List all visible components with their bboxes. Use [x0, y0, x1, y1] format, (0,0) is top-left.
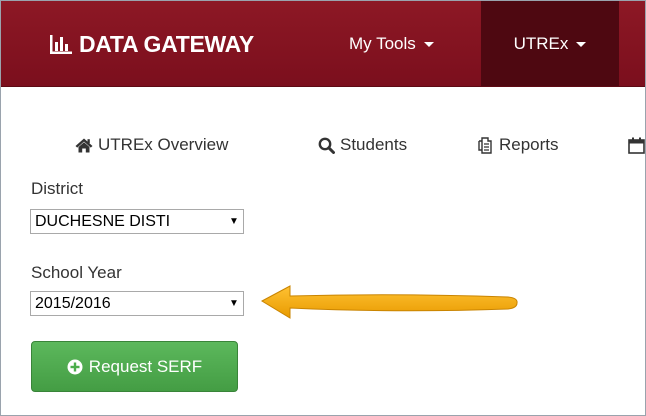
app-frame: DATA GATEWAY My Tools UTREx UTREx Overvi…: [0, 0, 646, 416]
search-icon: [318, 137, 335, 154]
district-label: District: [31, 179, 83, 198]
bar-chart-icon: [50, 35, 72, 54]
tab-students[interactable]: Students: [318, 131, 407, 159]
brand-logo[interactable]: DATA GATEWAY: [49, 28, 254, 60]
nav-my-tools-label: My Tools: [349, 33, 416, 53]
nav-utrex[interactable]: UTREx: [481, 1, 619, 86]
plus-circle-icon: [67, 359, 83, 374]
dropdown-arrow-icon: ▼: [229, 216, 239, 227]
nav-my-tools[interactable]: My Tools: [349, 1, 434, 86]
nav-utrex-label: UTREx: [513, 33, 569, 53]
district-select[interactable]: DUCHESNE DISTI ▼: [30, 209, 244, 234]
school-year-select[interactable]: 2015/2016 ▼: [30, 291, 244, 316]
school-year-select-value: 2015/2016: [35, 294, 111, 312]
tab-utrex-overview[interactable]: UTREx Overview: [75, 131, 228, 159]
caret-down-icon: [423, 42, 434, 47]
calendar-icon: [628, 137, 645, 154]
tab-reports-label: Reports: [499, 135, 559, 154]
home-icon: [75, 138, 93, 152]
caret-down-icon: [576, 42, 587, 47]
request-serf-button[interactable]: Request SERF: [31, 341, 238, 392]
annotation-arrow-icon: [260, 285, 518, 319]
tab-students-label: Students: [340, 135, 408, 154]
brand-title: DATA GATEWAY: [79, 30, 254, 57]
dropdown-arrow-icon: ▼: [229, 298, 239, 309]
tab-calendar[interactable]: [628, 131, 645, 159]
tab-utrex-overview-label: UTREx Overview: [98, 135, 229, 154]
district-select-value: DUCHESNE DISTI: [35, 212, 171, 230]
copy-icon: [478, 136, 492, 154]
top-navbar: DATA GATEWAY My Tools UTREx: [1, 1, 645, 87]
request-serf-label: Request SERF: [88, 356, 203, 376]
school-year-label: School Year: [31, 263, 122, 282]
tab-reports[interactable]: Reports: [477, 131, 559, 159]
